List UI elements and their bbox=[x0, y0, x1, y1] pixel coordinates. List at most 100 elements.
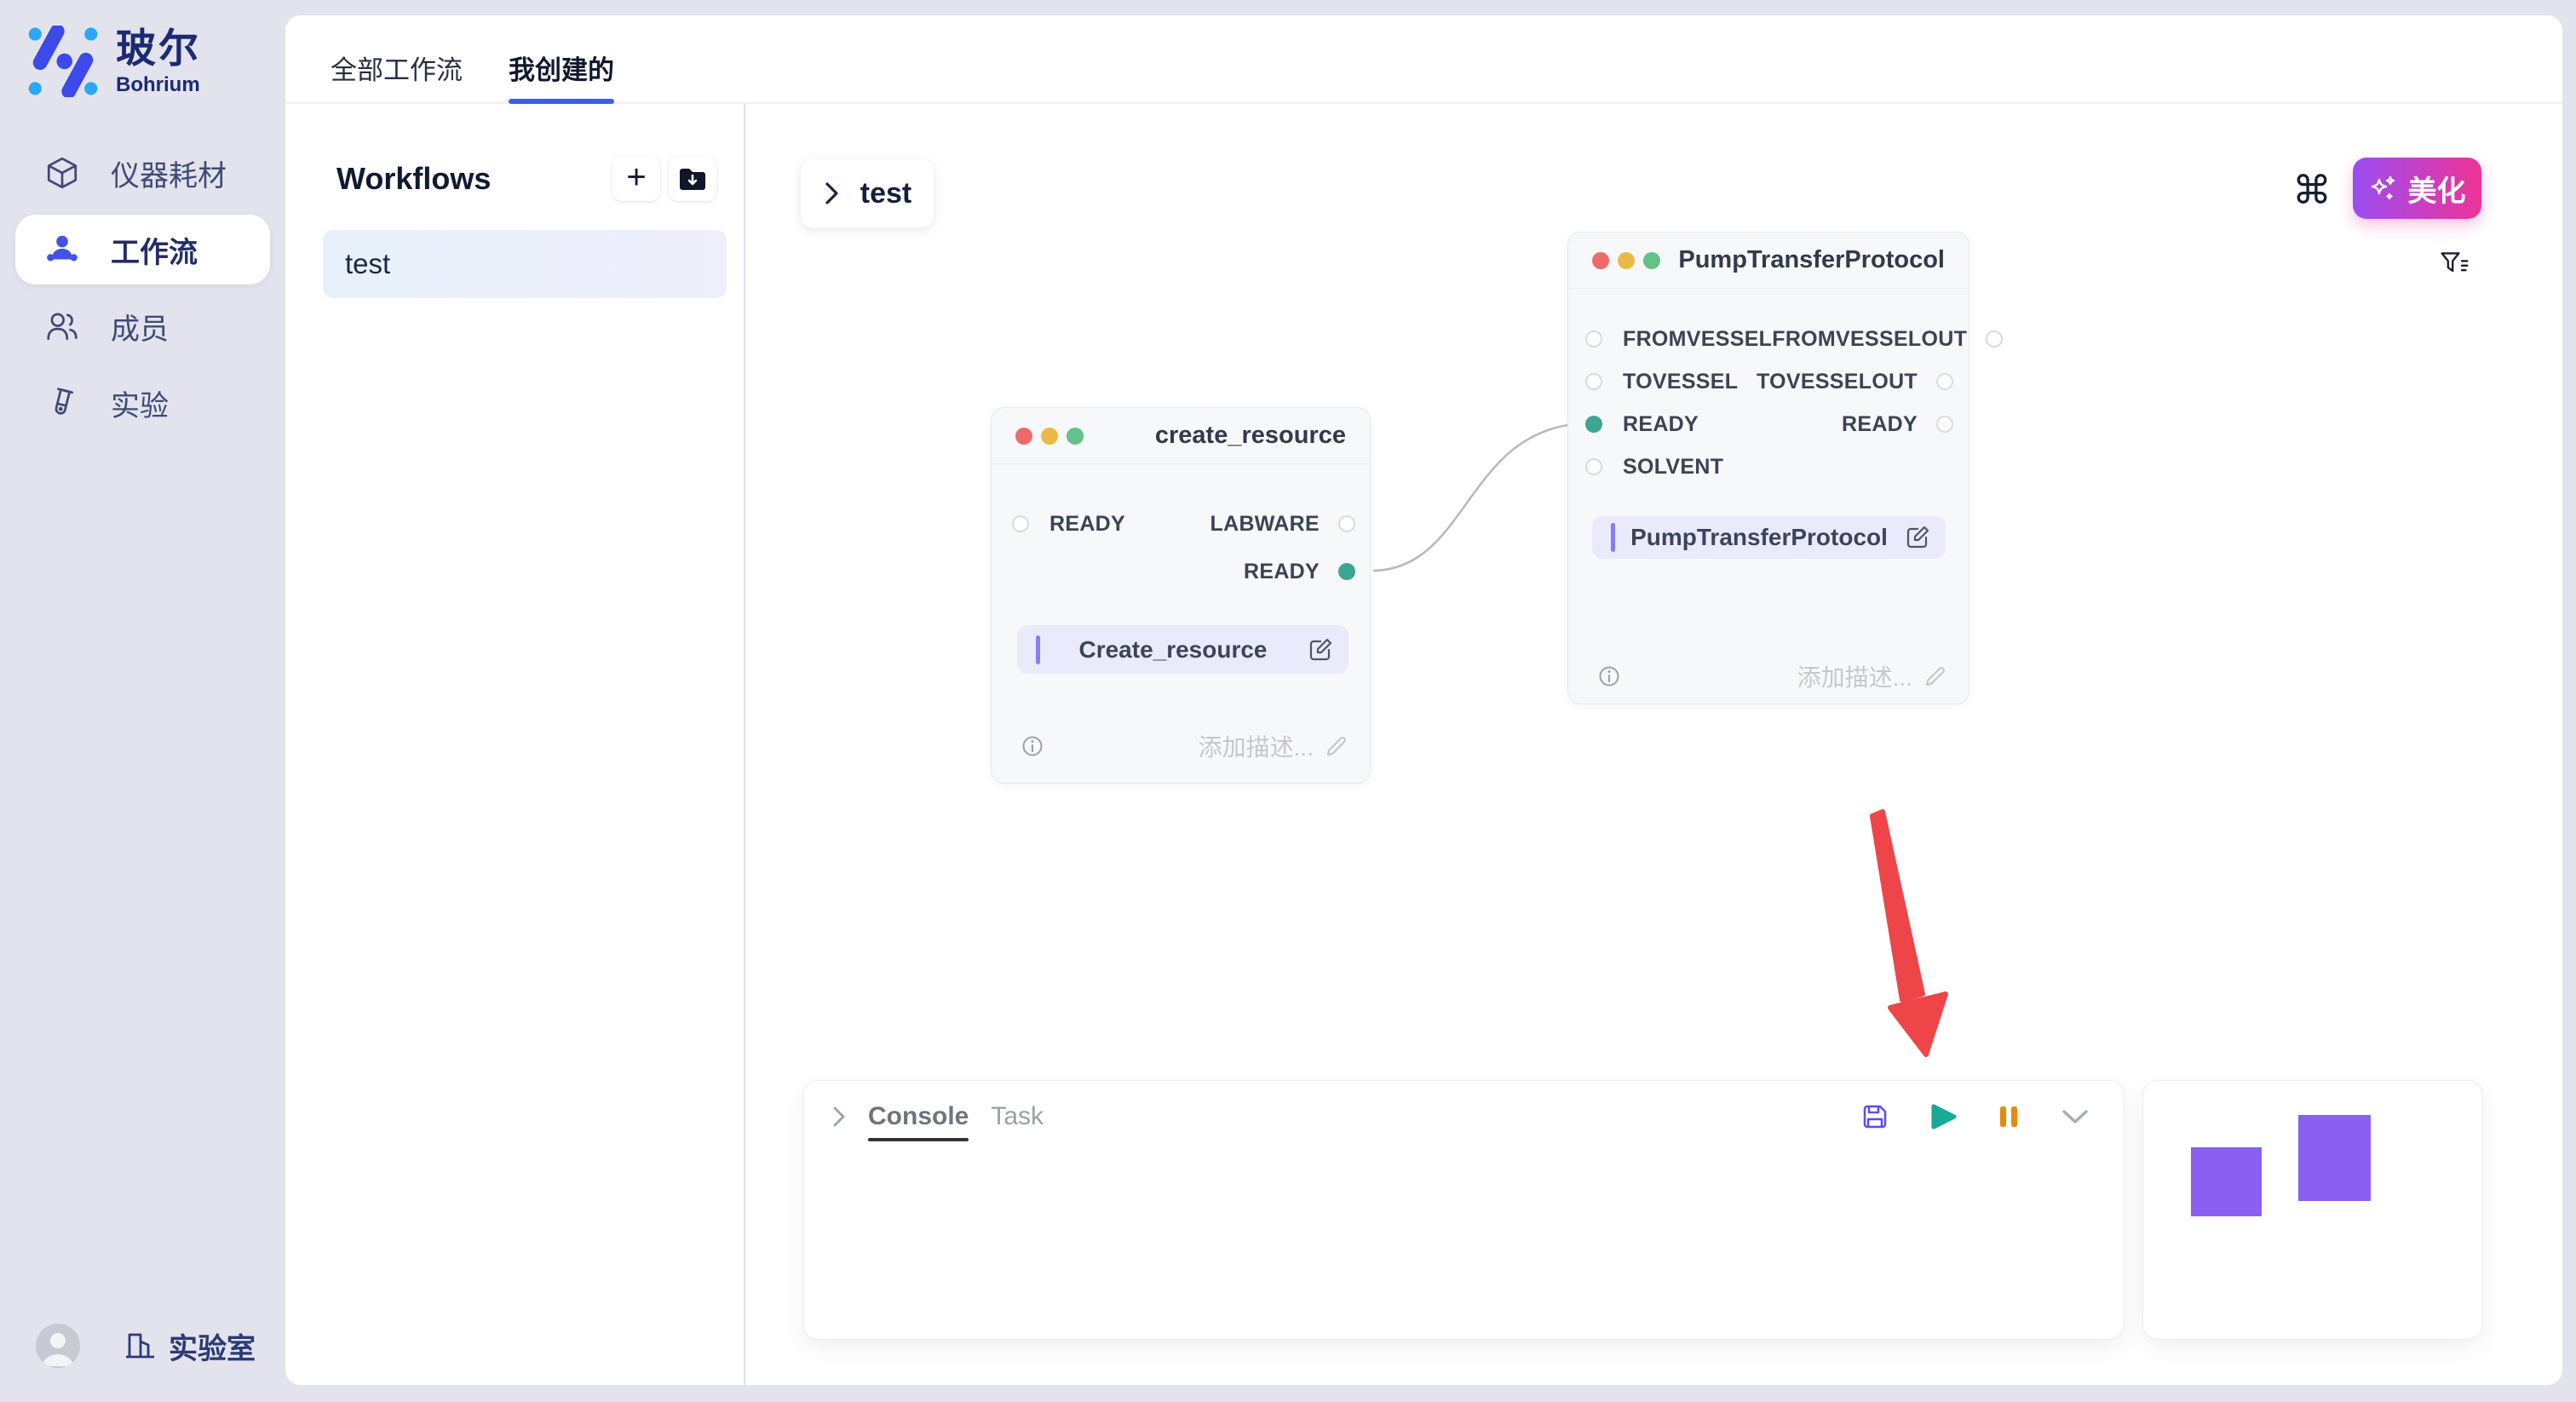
node-action-button[interactable]: PumpTransferProtocol bbox=[1592, 516, 1946, 559]
port-in-solvent[interactable] bbox=[1585, 458, 1602, 475]
filter-button[interactable] bbox=[2434, 244, 2475, 284]
sidebar-footer: 实验室 bbox=[36, 1324, 256, 1368]
port-out-fromvesselout[interactable] bbox=[1986, 330, 2003, 348]
node-create-resource[interactable]: create_resource READY LABWARE READY Crea… bbox=[991, 407, 1371, 784]
avatar-person-icon bbox=[36, 1324, 80, 1368]
header-tabbar: 全部工作流 我创建的 bbox=[285, 15, 2562, 104]
port-in-fromvessel[interactable] bbox=[1585, 330, 1602, 348]
tab-all-workflows[interactable]: 全部工作流 bbox=[331, 49, 463, 102]
dot-red bbox=[1592, 252, 1609, 269]
sidebar-item-workflows[interactable]: 工作流 bbox=[15, 215, 270, 284]
port-out-ready[interactable] bbox=[1338, 563, 1355, 580]
sidebar-item-experiments[interactable]: 实验 bbox=[15, 368, 270, 438]
sidebar-item-label: 成员 bbox=[111, 306, 169, 348]
building-icon bbox=[123, 1329, 157, 1363]
tab-my-created[interactable]: 我创建的 bbox=[509, 49, 614, 102]
action-label: Create_resource bbox=[1040, 636, 1306, 664]
info-icon[interactable] bbox=[1594, 661, 1624, 692]
port-in-tovessel[interactable] bbox=[1585, 373, 1602, 390]
workflow-list-title: Workflows bbox=[336, 161, 491, 197]
node-title: PumpTransferProtocol bbox=[1678, 246, 1945, 274]
console-panel: Console Task bbox=[802, 1080, 2125, 1340]
description-placeholder: 添加描述... bbox=[1199, 729, 1314, 763]
annotation-arrow bbox=[1861, 807, 1972, 1072]
experiment-icon bbox=[44, 385, 80, 421]
node-title: create_resource bbox=[1155, 422, 1346, 450]
beautify-label: 美化 bbox=[2408, 168, 2466, 210]
save-button[interactable] bbox=[1860, 1101, 1890, 1132]
pause-icon bbox=[1998, 1103, 2020, 1130]
sidebar-item-instruments[interactable]: 仪器耗材 bbox=[15, 138, 270, 208]
folder-download-icon bbox=[677, 165, 708, 192]
members-icon bbox=[44, 308, 80, 344]
edit-icon[interactable] bbox=[1903, 523, 1932, 552]
command-palette-button[interactable]: ⌘ bbox=[2289, 167, 2335, 213]
edit-icon[interactable] bbox=[1306, 635, 1335, 664]
dot-yellow bbox=[1041, 428, 1058, 445]
port-label: LABWARE bbox=[1210, 512, 1320, 537]
minimap[interactable] bbox=[2142, 1080, 2483, 1340]
minimap-node-create-resource bbox=[2191, 1147, 2262, 1216]
action-label: PumpTransferProtocol bbox=[1615, 524, 1903, 551]
port-label: TOVESSEL bbox=[1623, 370, 1738, 394]
lab-selector[interactable]: 实验室 bbox=[123, 1325, 256, 1367]
node-header: create_resource bbox=[992, 408, 1370, 464]
info-icon[interactable] bbox=[1017, 731, 1048, 761]
save-icon bbox=[1860, 1101, 1890, 1132]
port-out-ready[interactable] bbox=[1936, 416, 1953, 433]
port-in-ready[interactable] bbox=[1012, 515, 1029, 532]
collapse-button[interactable] bbox=[2059, 1106, 2091, 1127]
brand-name: 玻尔 bbox=[116, 28, 201, 68]
sidebar-item-members[interactable]: 成员 bbox=[15, 291, 270, 361]
import-workflow-button[interactable] bbox=[669, 157, 716, 201]
dot-green bbox=[1067, 428, 1084, 445]
breadcrumb[interactable]: test bbox=[801, 159, 934, 227]
bohrium-logo-icon bbox=[26, 26, 101, 97]
port-label: FROMVESSEL bbox=[1623, 327, 1772, 352]
task-tab[interactable]: Task bbox=[991, 1102, 1044, 1131]
console-tab-label: Console bbox=[868, 1102, 969, 1130]
port-label: FROMVESSELOUT bbox=[1772, 327, 1967, 352]
workflow-list-item[interactable]: test bbox=[323, 230, 727, 298]
plus-icon: + bbox=[626, 160, 646, 194]
sidebar-item-label: 仪器耗材 bbox=[111, 152, 227, 194]
minimap-node-pump-transfer bbox=[2298, 1115, 2371, 1201]
beautify-button[interactable]: 美化 bbox=[2353, 158, 2481, 219]
play-icon bbox=[1929, 1102, 1958, 1131]
sparkles-icon bbox=[2369, 174, 2398, 203]
dot-green bbox=[1643, 252, 1660, 269]
port-label: READY bbox=[1842, 412, 1918, 437]
port-out-tovesselout[interactable] bbox=[1936, 373, 1953, 390]
avatar[interactable] bbox=[36, 1324, 80, 1368]
chevron-right-icon[interactable] bbox=[831, 1104, 848, 1129]
traffic-dots bbox=[1015, 428, 1084, 445]
main-panel: 全部工作流 我创建的 Workflows + bbox=[285, 15, 2562, 1385]
port-label: SOLVENT bbox=[1623, 455, 1723, 480]
port-in-ready[interactable] bbox=[1585, 416, 1602, 433]
dot-yellow bbox=[1618, 252, 1635, 269]
sidebar-nav: 仪器耗材 工作流 成员 bbox=[15, 138, 270, 445]
node-header: PumpTransferProtocol bbox=[1568, 233, 1969, 289]
sidebar-item-label: 实验 bbox=[111, 382, 169, 424]
add-description-field[interactable]: 添加描述... bbox=[1199, 729, 1349, 763]
pencil-icon bbox=[1324, 733, 1349, 759]
node-pump-transfer-protocol[interactable]: PumpTransferProtocol FROMVESSEL FROMVESS… bbox=[1567, 232, 1969, 704]
chevron-down-icon bbox=[2059, 1106, 2091, 1127]
pencil-icon bbox=[1923, 664, 1948, 689]
dot-red bbox=[1015, 428, 1032, 445]
port-label: READY bbox=[1623, 412, 1699, 437]
brand-subtitle: Bohrium bbox=[116, 75, 201, 95]
add-description-field[interactable]: 添加描述... bbox=[1797, 659, 1948, 693]
breadcrumb-label: test bbox=[860, 177, 911, 210]
workflow-item-name: test bbox=[345, 248, 390, 280]
sidebar-item-label: 工作流 bbox=[111, 229, 198, 271]
add-workflow-button[interactable]: + bbox=[612, 157, 660, 201]
port-out-labware[interactable] bbox=[1338, 515, 1355, 532]
port-label: TOVESSELOUT bbox=[1757, 370, 1918, 394]
console-tab[interactable]: Console bbox=[868, 1102, 969, 1131]
command-icon: ⌘ bbox=[2292, 167, 2332, 213]
filter-icon bbox=[2439, 248, 2470, 280]
pause-button[interactable] bbox=[1998, 1103, 2020, 1130]
run-button[interactable] bbox=[1929, 1102, 1958, 1131]
node-action-button[interactable]: Create_resource bbox=[1017, 625, 1348, 674]
